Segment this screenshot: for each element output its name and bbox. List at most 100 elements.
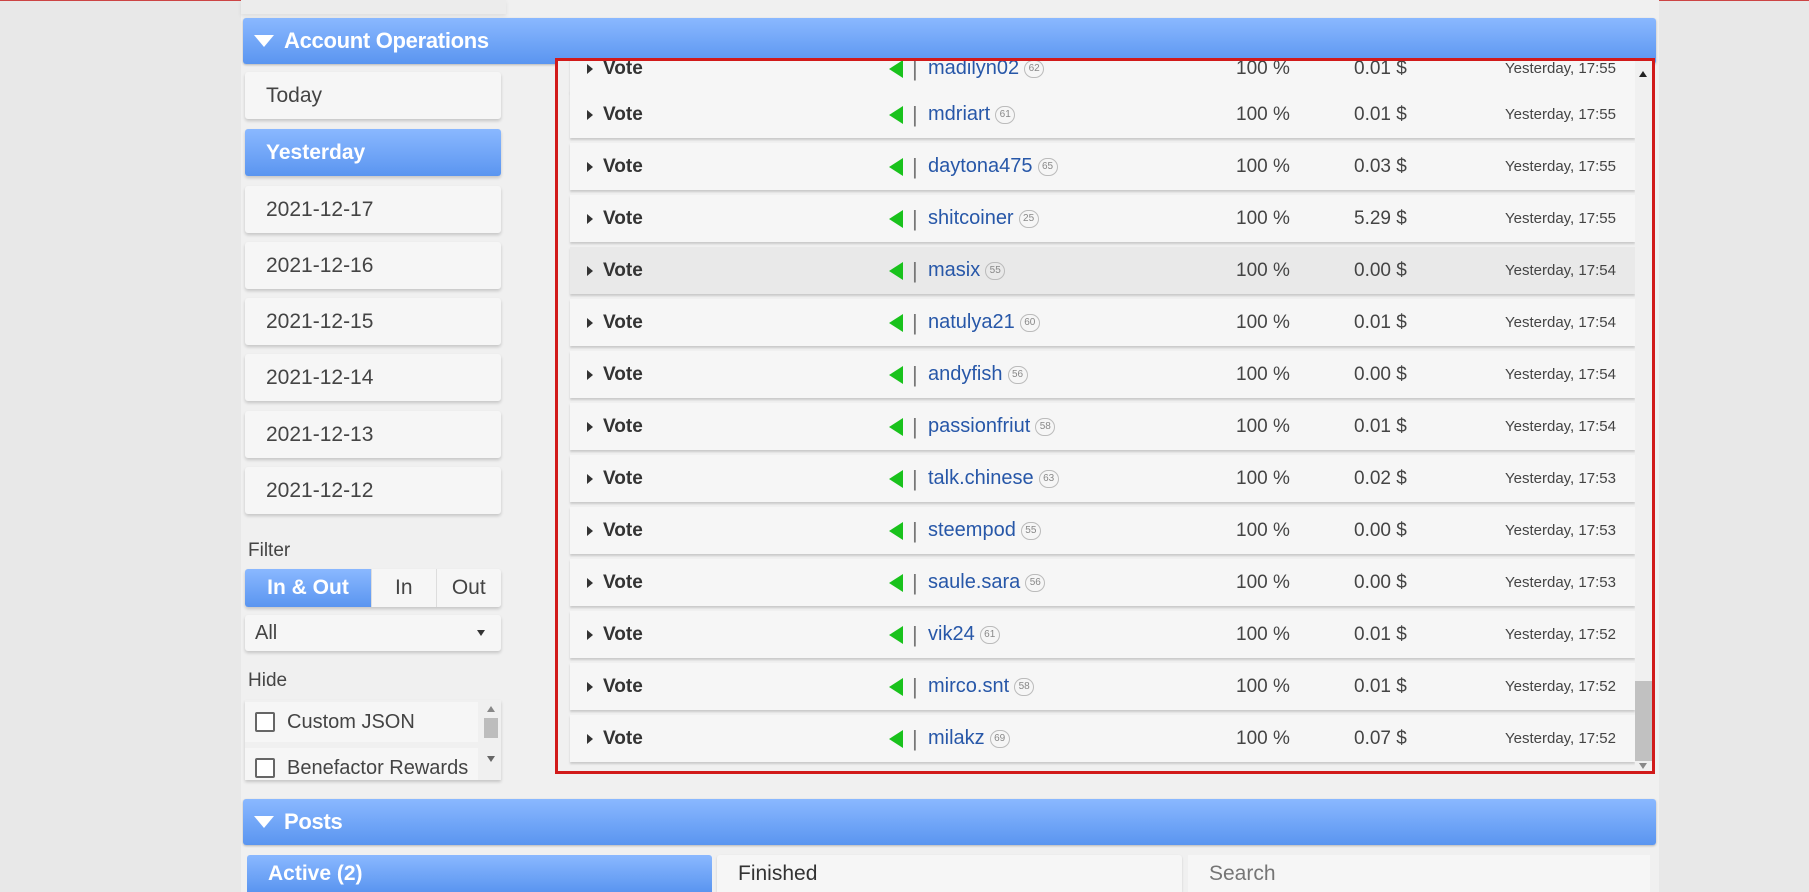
- voter-link[interactable]: talk.chinese: [928, 467, 1034, 490]
- vote-weight: 100 %: [1236, 311, 1290, 333]
- voter-link[interactable]: saule.sara: [928, 571, 1020, 594]
- tab-active-posts[interactable]: Active (2): [247, 855, 712, 892]
- posts-search-input[interactable]: [1188, 855, 1650, 892]
- tab-finished-posts[interactable]: Finished: [717, 855, 1182, 892]
- voter-link[interactable]: natulya21: [928, 311, 1015, 334]
- vote-weight: 100 %: [1236, 571, 1290, 593]
- scroll-thumb[interactable]: [484, 718, 498, 738]
- voter-link[interactable]: mirco.snt: [928, 675, 1009, 698]
- operation-type: Vote: [603, 623, 643, 645]
- expand-caret-icon[interactable]: [587, 247, 593, 294]
- scroll-down-icon[interactable]: [1639, 763, 1647, 769]
- vote-in-arrow-icon: [889, 61, 903, 92]
- reputation-badge: 60: [1019, 313, 1040, 332]
- hide-list-scrollbar[interactable]: [482, 700, 499, 780]
- expand-caret-icon[interactable]: [587, 61, 593, 92]
- chevron-down-icon: [477, 630, 485, 636]
- voter-link[interactable]: madilyn02: [928, 61, 1019, 80]
- vote-weight: 100 %: [1236, 623, 1290, 645]
- scroll-up-icon[interactable]: [1639, 71, 1647, 77]
- hide-option-label: Custom JSON: [287, 710, 415, 733]
- hide-option-custom-json[interactable]: Custom JSON: [245, 702, 478, 742]
- expand-caret-icon[interactable]: [587, 143, 593, 190]
- vote-in-arrow-icon: [889, 455, 903, 502]
- expand-caret-icon[interactable]: [587, 507, 593, 554]
- operation-time: Yesterday, 17:54: [1505, 262, 1616, 279]
- hide-option-benefactor-rewards[interactable]: Benefactor Rewards: [245, 748, 478, 780]
- vote-value: 0.00 $: [1354, 519, 1407, 541]
- operation-time: Yesterday, 17:54: [1505, 314, 1616, 331]
- voter-link[interactable]: masix: [928, 259, 980, 282]
- voter-link[interactable]: shitcoiner: [928, 207, 1014, 230]
- filter-out-button[interactable]: Out: [435, 569, 501, 607]
- filter-label: Filter: [248, 540, 291, 561]
- checkbox[interactable]: [255, 758, 275, 778]
- expand-caret-icon[interactable]: [587, 715, 593, 762]
- operation-row[interactable]: Vote | talk.chinese 63 100 % 0.02 $ Yeste…: [570, 455, 1635, 502]
- filter-in-out-button[interactable]: In & Out: [245, 569, 371, 607]
- vote-weight: 100 %: [1236, 727, 1290, 749]
- voter-link[interactable]: milakz: [928, 727, 985, 750]
- expand-caret-icon[interactable]: [587, 403, 593, 450]
- collapse-triangle-icon: [254, 35, 274, 47]
- operation-time: Yesterday, 17:54: [1505, 418, 1616, 435]
- operation-row[interactable]: Vote | andyfish 56 100 % 0.00 $ Yesterday…: [570, 351, 1635, 398]
- scroll-thumb[interactable]: [1635, 681, 1652, 761]
- operation-row[interactable]: Vote | mdriart 61 100 % 0.01 $ Yesterday,…: [570, 91, 1635, 138]
- operation-row[interactable]: Vote | shitcoiner 25 100 % 5.29 $ Yesterd…: [570, 195, 1635, 242]
- date-item[interactable]: 2021-12-16: [245, 242, 501, 289]
- hide-options-list[interactable]: Custom JSON Benefactor Rewards: [245, 700, 501, 780]
- vote-value: 0.07 $: [1354, 727, 1407, 749]
- operations-scrollbar[interactable]: [1635, 61, 1652, 771]
- date-item[interactable]: 2021-12-14: [245, 354, 501, 401]
- scroll-down-icon[interactable]: [487, 756, 495, 762]
- operation-row[interactable]: Vote | natulya21 60 100 % 0.01 $ Yesterda…: [570, 299, 1635, 346]
- date-item[interactable]: 2021-12-15: [245, 298, 501, 345]
- expand-caret-icon[interactable]: [587, 351, 593, 398]
- operations-list[interactable]: Vote | madilyn02 62 100 % 0.01 $ Yesterda…: [555, 58, 1655, 774]
- vote-value: 0.01 $: [1354, 415, 1407, 437]
- expand-caret-icon[interactable]: [587, 611, 593, 658]
- operation-row[interactable]: Vote | passionfriut 58 100 % 0.01 $ Yeste…: [570, 403, 1635, 450]
- date-item-today[interactable]: Today: [245, 72, 501, 119]
- filter-in-button[interactable]: In: [371, 569, 436, 607]
- expand-caret-icon[interactable]: [587, 299, 593, 346]
- vote-weight: 100 %: [1236, 259, 1290, 281]
- expand-caret-icon[interactable]: [587, 455, 593, 502]
- vote-value: 0.01 $: [1354, 623, 1407, 645]
- separator: |: [912, 569, 918, 595]
- date-item[interactable]: 2021-12-12: [245, 467, 501, 514]
- voter-link[interactable]: steempod: [928, 519, 1016, 542]
- operation-row[interactable]: Vote | madilyn02 62 100 % 0.01 $ Yesterda…: [570, 61, 1635, 92]
- operation-type-select[interactable]: All: [245, 615, 501, 651]
- date-item-yesterday[interactable]: Yesterday: [245, 129, 501, 176]
- voter-link[interactable]: mdriart: [928, 103, 990, 126]
- voter-link[interactable]: vik24: [928, 623, 975, 646]
- date-item[interactable]: 2021-12-13: [245, 411, 501, 458]
- expand-caret-icon[interactable]: [587, 559, 593, 606]
- voter-link[interactable]: daytona475: [928, 155, 1033, 178]
- operation-row[interactable]: Vote | saule.sara 56 100 % 0.00 $ Yesterd…: [570, 559, 1635, 606]
- reputation-badge: 63: [1038, 469, 1059, 488]
- voter-link[interactable]: andyfish: [928, 363, 1003, 386]
- expand-caret-icon[interactable]: [587, 195, 593, 242]
- separator: |: [912, 413, 918, 439]
- date-item[interactable]: 2021-12-17: [245, 186, 501, 233]
- operation-row[interactable]: Vote | masix 55 100 % 0.00 $ Yesterday, 1…: [570, 247, 1635, 294]
- operation-row[interactable]: Vote | milakz 69 100 % 0.07 $ Yesterday, …: [570, 715, 1635, 762]
- scroll-up-icon[interactable]: [487, 706, 495, 712]
- operation-row[interactable]: Vote | daytona475 65 100 % 0.03 $ Yesterd…: [570, 143, 1635, 190]
- operation-row[interactable]: Vote | mirco.snt 58 100 % 0.01 $ Yesterda…: [570, 663, 1635, 710]
- operation-type: Vote: [603, 259, 643, 281]
- collapse-triangle-icon: [254, 816, 274, 828]
- reputation-badge: 58: [1035, 417, 1056, 436]
- voter-link[interactable]: passionfriut: [928, 415, 1030, 438]
- expand-caret-icon[interactable]: [587, 91, 593, 138]
- expand-caret-icon[interactable]: [587, 663, 593, 710]
- operation-time: Yesterday, 17:53: [1505, 470, 1616, 487]
- operation-row[interactable]: Vote | steempod 55 100 % 0.00 $ Yesterday…: [570, 507, 1635, 554]
- posts-header[interactable]: Posts: [243, 799, 1656, 845]
- operation-time: Yesterday, 17:55: [1505, 210, 1616, 227]
- checkbox[interactable]: [255, 712, 275, 732]
- operation-row[interactable]: Vote | vik24 61 100 % 0.01 $ Yesterday, 1…: [570, 611, 1635, 658]
